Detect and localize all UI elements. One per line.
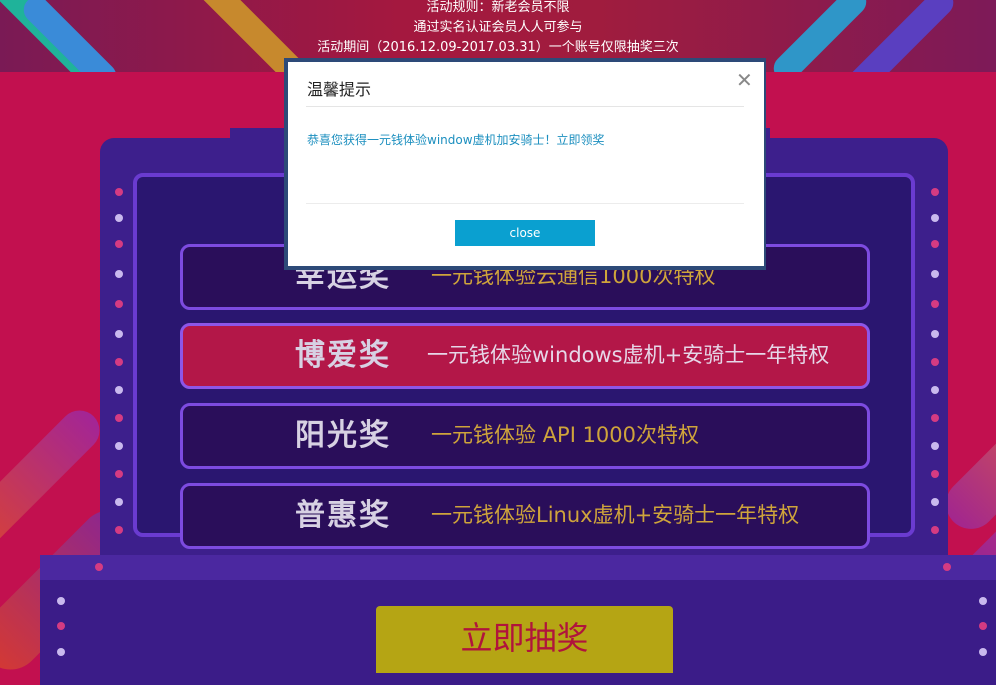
prize-name: 博爱奖 bbox=[295, 338, 391, 373]
light-dot bbox=[115, 526, 123, 534]
close-button[interactable]: close bbox=[455, 220, 595, 246]
light-dot bbox=[57, 648, 65, 656]
light-dot bbox=[931, 240, 939, 248]
light-dot bbox=[115, 358, 123, 366]
prize-row-inclusive: 普惠奖 一元钱体验Linux虚机+安骑士一年特权 bbox=[180, 483, 870, 549]
light-dot bbox=[115, 470, 123, 478]
close-icon[interactable]: ✕ bbox=[736, 68, 753, 92]
light-dot bbox=[931, 188, 939, 196]
dialog-title: 温馨提示 bbox=[307, 80, 372, 99]
light-dot bbox=[115, 442, 123, 450]
rule-line: 活动规则：新老会员不限 bbox=[426, 0, 570, 15]
light-dot bbox=[931, 526, 939, 534]
prize-row-sunshine: 阳光奖 一元钱体验 API 1000次特权 bbox=[180, 403, 870, 469]
prize-row-fraternity: 博爱奖 一元钱体验windows虚机+安骑士一年特权 bbox=[180, 323, 870, 389]
light-dot bbox=[931, 498, 939, 506]
light-dot bbox=[115, 414, 123, 422]
divider bbox=[306, 203, 744, 204]
light-dot bbox=[931, 270, 939, 278]
prize-name: 阳光奖 bbox=[295, 418, 391, 453]
light-dot bbox=[931, 414, 939, 422]
light-dot bbox=[115, 240, 123, 248]
light-dot bbox=[115, 300, 123, 308]
light-dot bbox=[943, 563, 951, 571]
light-dot bbox=[979, 622, 987, 630]
rule-line: 通过实名认证会员人人可参与 bbox=[413, 20, 583, 35]
prize-claim-link[interactable]: 恭喜您获得一元钱体验window虚机加安骑士！立即领奖 bbox=[307, 132, 605, 148]
prize-name: 普惠奖 bbox=[295, 498, 391, 533]
light-dot bbox=[931, 358, 939, 366]
rule-line: 活动期间（2016.12.09-2017.03.31）一个账号仅限抽奖三次 bbox=[317, 40, 679, 55]
light-dot bbox=[931, 214, 939, 222]
light-dot bbox=[95, 563, 103, 571]
machine-base-ledge bbox=[40, 555, 996, 580]
light-dot bbox=[931, 386, 939, 394]
prize-description: 一元钱体验windows虚机+安骑士一年特权 bbox=[427, 343, 830, 367]
divider bbox=[306, 106, 744, 107]
light-dot bbox=[931, 442, 939, 450]
light-dot bbox=[115, 498, 123, 506]
notice-dialog: 温馨提示 ✕ 恭喜您获得一元钱体验window虚机加安骑士！立即领奖 close bbox=[288, 62, 764, 266]
light-dot bbox=[931, 330, 939, 338]
light-dot bbox=[979, 597, 987, 605]
light-dot bbox=[931, 470, 939, 478]
activity-rules: 活动规则：新老会员不限 通过实名认证会员人人可参与 活动期间（2016.12.0… bbox=[0, 0, 996, 58]
light-dot bbox=[979, 648, 987, 656]
light-dot bbox=[57, 597, 65, 605]
draw-button[interactable]: 立即抽奖 bbox=[376, 606, 673, 673]
light-dot bbox=[115, 214, 123, 222]
light-dot bbox=[115, 386, 123, 394]
prize-description: 一元钱体验Linux虚机+安骑士一年特权 bbox=[431, 503, 800, 527]
light-dot bbox=[115, 188, 123, 196]
light-dot bbox=[931, 300, 939, 308]
prize-description: 一元钱体验 API 1000次特权 bbox=[431, 423, 700, 447]
light-dot bbox=[115, 270, 123, 278]
light-dot bbox=[115, 330, 123, 338]
light-dot bbox=[57, 622, 65, 630]
